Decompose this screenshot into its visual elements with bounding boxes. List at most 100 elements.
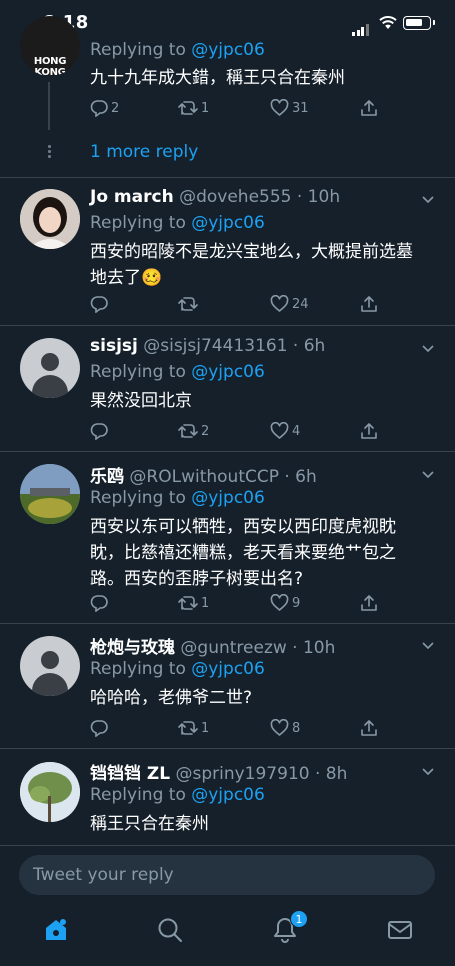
retweet-button[interactable]: 2 [178,420,209,442]
tweet-text: 西安的昭陵不是龙兴宝地么，大概提前选墓 地去了🥴 [90,242,413,288]
share-button[interactable] [360,420,378,442]
display-name[interactable]: 乐鸥 [90,467,124,487]
share-button[interactable] [360,97,378,119]
search-icon[interactable] [155,915,185,945]
divider [0,748,455,749]
reply-icon [90,595,108,612]
display-name[interactable]: 铛铛铛 ZL [90,764,170,784]
handle-time: @spriny197910 · 8h [175,764,348,784]
replying-to: Replying to @yjpc06 [90,785,265,805]
handle-time: @guntreezw · 10h [180,638,336,658]
heart-icon [270,99,289,116]
retweet-button[interactable]: 1 [178,717,209,739]
heart-icon [270,719,289,736]
reply-icon [90,100,108,117]
more-replies-link[interactable]: 1 more reply [90,142,198,162]
handle-time: @dovehe555 · 10h [179,187,341,207]
tweet-text: 哈哈哈，老佛爷二世? [90,688,253,708]
battery-icon [403,16,435,30]
heart-icon [270,594,289,611]
retweet-icon [178,101,198,115]
replying-to: Replying to @yjpc06 [90,362,265,382]
heart-icon [270,422,289,439]
replying-to: Replying to @yjpc06 [90,213,265,233]
wifi-icon [379,16,397,29]
chevron-down-icon[interactable] [422,468,434,480]
user-photo-icon [20,189,80,249]
thread-line [48,82,50,130]
share-button[interactable] [360,293,378,315]
reply-handle-link[interactable]: @yjpc06 [191,40,265,60]
reply-handle-link[interactable]: @yjpc06 [191,785,265,805]
compose-bar: Tweet your reply [0,845,455,905]
reply-handle-link[interactable]: @yjpc06 [191,659,265,679]
divider [0,451,455,452]
like-button[interactable]: 4 [270,420,300,442]
tweet-text: 稱王只合在秦州 [90,814,209,834]
heart-icon [270,295,289,312]
like-button[interactable]: 9 [270,592,300,614]
tree-photo-icon [20,762,80,822]
reply-button[interactable] [90,592,111,614]
retweet-button[interactable] [178,293,201,315]
display-name[interactable]: 枪炮与玫瑰 [90,638,175,658]
avatar[interactable] [20,464,80,524]
chevron-down-icon[interactable] [422,639,434,651]
replying-to: Replying to @yjpc06 [90,40,265,60]
share-icon [361,100,377,116]
share-button[interactable] [360,592,378,614]
landscape-photo-icon [20,464,80,524]
chevron-down-icon[interactable] [422,193,434,205]
tweet-text: 九十九年成大錯，稱王只合在秦州 [90,68,345,88]
chevron-down-icon[interactable] [422,342,434,354]
retweet-button[interactable]: 1 [178,592,209,614]
reply-icon [90,720,108,737]
share-icon [361,296,377,312]
avatar[interactable]: HONG KONG [20,16,80,76]
handle-time: @sisjsj74413161 · 6h [143,336,326,356]
share-icon [361,720,377,736]
replying-to: Replying to @yjpc06 [90,659,265,679]
reply-handle-link[interactable]: @yjpc06 [191,213,265,233]
retweet-icon [178,596,198,610]
divider [0,177,455,178]
more-replies-dots [48,145,51,160]
tab-bar [0,905,455,966]
reply-button[interactable] [90,717,111,739]
reply-icon [90,296,108,313]
divider [0,325,455,326]
display-name[interactable]: sisjsj [90,336,138,356]
reply-button[interactable]: 2 [90,97,119,119]
avatar[interactable] [20,636,80,696]
reply-handle-link[interactable]: @yjpc06 [191,488,265,508]
like-button[interactable]: 24 [270,293,309,315]
messages-mail-icon[interactable] [385,915,415,945]
avatar[interactable] [20,189,80,249]
share-icon [361,423,377,439]
retweet-icon [178,297,198,311]
share-icon [361,595,377,611]
like-button[interactable]: 8 [270,717,300,739]
display-name[interactable]: Jo march [90,187,174,207]
avatar[interactable] [20,762,80,822]
reply-handle-link[interactable]: @yjpc06 [191,362,265,382]
home-icon[interactable] [41,915,71,945]
replying-to: Replying to @yjpc06 [90,488,265,508]
reply-icon [90,423,108,440]
cellular-signal-icon [352,17,370,36]
reply-button[interactable] [90,420,111,442]
share-button[interactable] [360,717,378,739]
notifications-badge: 1 [290,910,308,928]
tweet-text: 果然没回北京 [90,391,192,411]
avatar[interactable] [20,338,80,398]
retweet-button[interactable]: 1 [178,97,209,119]
like-button[interactable]: 31 [270,97,309,119]
reply-input[interactable]: Tweet your reply [19,855,435,895]
retweet-icon [178,721,198,735]
divider [0,623,455,624]
tweet-text: 西安以东可以牺牲，西安以西印度虎视眈 眈，比慈禧还糟糕，老天看来要绝艹包之 路。… [90,517,396,589]
handle-time: @ROLwithoutCCP · 6h [129,467,317,487]
avatar-logo-text: HONG KONG [33,56,67,76]
reply-button[interactable] [90,293,111,315]
chevron-down-icon[interactable] [422,765,434,777]
